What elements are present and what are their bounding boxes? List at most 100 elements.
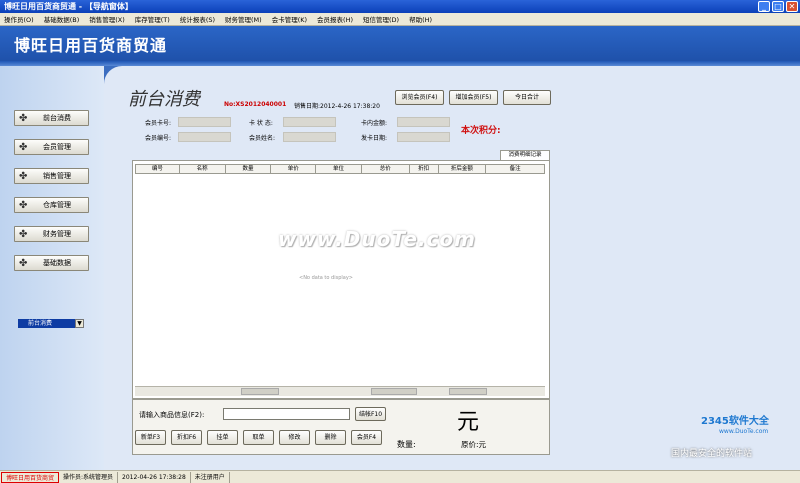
menu-basic-data[interactable]: 基础数据(B) xyxy=(44,14,80,24)
nav-bullet-icon: ✤ xyxy=(19,229,28,240)
column-header[interactable]: 单价 xyxy=(271,165,317,173)
menu-help[interactable]: 帮助(H) xyxy=(409,14,432,24)
window-title: 博旺日用百货商贸通 - 【导航窗体】 xyxy=(4,2,133,11)
no-data-message: <No data to display> xyxy=(299,275,353,281)
member-id-field[interactable] xyxy=(178,132,231,142)
app-header: 博旺日用百货商贸通 xyxy=(0,26,800,66)
menu-member-reports[interactable]: 会员报表(H) xyxy=(317,14,353,24)
logo-brand: 2345软件大全 xyxy=(701,416,769,427)
today-total-button[interactable]: 今日合计 xyxy=(503,90,551,105)
product-input[interactable] xyxy=(223,408,350,420)
summary-cell xyxy=(449,388,487,395)
column-header[interactable]: 折扣 xyxy=(410,165,439,173)
logo-slogan: 国内最安全的软件站 xyxy=(671,449,753,459)
sidebar-item-warehouse[interactable]: ✤ 仓库管理 xyxy=(14,197,89,213)
product-input-label: 请输入商品信息(F2): xyxy=(139,411,205,419)
sidebar-item-sales[interactable]: ✤ 销售管理 xyxy=(14,168,89,184)
card-no-field[interactable] xyxy=(178,117,231,127)
menu-sales[interactable]: 销售管理(X) xyxy=(89,14,125,24)
logo-site: www.DuoTe.com xyxy=(719,428,769,435)
sidebar: ✤ 前台消费 ✤ 会员管理 ✤ 销售管理 ✤ 仓库管理 ✤ 财务管理 ✤ 基础数据 前台消费… xyxy=(0,66,104,470)
maximize-button[interactable]: □ xyxy=(772,1,784,12)
sidebar-item-label: 前台消费 xyxy=(43,114,71,122)
sidebar-item-basic-data[interactable]: ✤ 基础数据 xyxy=(14,255,89,271)
grid-header: 编号 名称 数量 单价 单位 总价 折扣 折后金额 备注 xyxy=(135,164,545,174)
retrieve-order-button[interactable]: 取单 xyxy=(243,430,274,445)
status-bar: 博旺日用百货商贸 操作员:系统管理员 2012-04-26 17:38:28 未… xyxy=(0,470,800,483)
nav-bullet-icon: ✤ xyxy=(19,258,28,269)
column-header[interactable]: 单位 xyxy=(316,165,362,173)
sale-date-value: 2012-4-26 17:38:20 xyxy=(320,103,380,110)
member-name-field[interactable] xyxy=(283,132,336,142)
column-header[interactable]: 名称 xyxy=(180,165,226,173)
edit-button[interactable]: 修改 xyxy=(279,430,310,445)
nav-select[interactable]: 前台消费 ▼ xyxy=(18,319,84,328)
page-title: 前台消费 xyxy=(128,89,200,110)
window-titlebar: 博旺日用百货商贸通 - 【导航窗体】 _ □ ✕ xyxy=(0,0,800,13)
card-status-field[interactable] xyxy=(283,117,336,127)
watermark: www.DuoTe.com xyxy=(278,227,476,251)
menu-sms[interactable]: 短信管理(D) xyxy=(363,14,399,24)
sidebar-item-members[interactable]: ✤ 会员管理 xyxy=(14,139,89,155)
app-title: 博旺日用百货商贸通 xyxy=(14,36,168,55)
browse-member-button[interactable]: 浏览会员(F4) xyxy=(395,90,444,105)
points-label: 本次积分: xyxy=(461,126,501,136)
menu-operator[interactable]: 操作员(O) xyxy=(4,14,34,24)
entry-panel: 请输入商品信息(F2): 结帐F10 元 新单F3 折扣F6 挂单 取单 修改 … xyxy=(132,399,550,455)
sidebar-item-finance[interactable]: ✤ 财务管理 xyxy=(14,226,89,242)
close-button[interactable]: ✕ xyxy=(786,1,798,12)
column-header[interactable]: 编号 xyxy=(136,165,180,173)
hold-order-button[interactable]: 挂单 xyxy=(207,430,238,445)
sales-grid[interactable]: 编号 名称 数量 单价 单位 总价 折扣 折后金额 备注 www.DuoTe.c… xyxy=(132,160,550,399)
new-order-button[interactable]: 新单F3 xyxy=(135,430,166,445)
sale-date-label: 销售日期: xyxy=(294,103,321,110)
status-user: 未注册用户 xyxy=(191,471,230,483)
sale-date: 销售日期:2012-4-26 17:38:20 xyxy=(294,101,380,110)
card-date-label: 发卡日期: xyxy=(361,135,388,142)
menu-finance[interactable]: 财务管理(M) xyxy=(225,14,262,24)
menu-bar: 操作员(O) 基础数据(B) 销售管理(X) 库存管理(T) 统计报表(S) 财… xyxy=(0,13,800,26)
member-f4-button[interactable]: 会员F4 xyxy=(351,430,382,445)
add-member-button[interactable]: 增加会员(F5) xyxy=(449,90,498,105)
column-header[interactable]: 备注 xyxy=(486,165,544,173)
menu-card[interactable]: 会卡管理(K) xyxy=(272,14,307,24)
sidebar-item-label: 会员管理 xyxy=(43,143,71,151)
discount-button[interactable]: 折扣F6 xyxy=(171,430,202,445)
status-operator: 操作员:系统管理员 xyxy=(59,471,119,483)
currency-display: 元 xyxy=(457,410,480,435)
sidebar-item-label: 基础数据 xyxy=(43,259,71,267)
member-number-label: No: xyxy=(224,101,236,108)
member-id-label: 会员编号: xyxy=(145,135,172,142)
card-no-label: 会员卡号: xyxy=(145,120,172,127)
sidebar-item-front-desk[interactable]: ✤ 前台消费 xyxy=(14,110,89,126)
sidebar-item-label: 仓库管理 xyxy=(43,201,71,209)
column-header[interactable]: 数量 xyxy=(226,165,272,173)
sidebar-item-label: 财务管理 xyxy=(43,230,71,238)
card-amount-field[interactable] xyxy=(397,117,450,127)
original-price-label: 原价:元 xyxy=(461,440,487,449)
column-header[interactable]: 总价 xyxy=(362,165,410,173)
menu-reports[interactable]: 统计报表(S) xyxy=(180,14,215,24)
member-number-value: XS2012040001 xyxy=(235,101,287,108)
checkout-button[interactable]: 结帐F10 xyxy=(355,407,386,421)
tab-consumption-detail[interactable]: 消费明细记录 xyxy=(500,150,550,160)
member-name-label: 会员姓名: xyxy=(249,135,276,142)
status-app-name: 博旺日用百货商贸 xyxy=(1,471,60,483)
minimize-button[interactable]: _ xyxy=(758,1,770,12)
card-amount-label: 卡内金额: xyxy=(361,120,388,127)
card-status-label: 卡 状 态: xyxy=(249,120,273,127)
nav-select-value: 前台消费 xyxy=(28,320,53,327)
grid-summary-bar xyxy=(135,386,545,396)
nav-bullet-icon: ✤ xyxy=(19,200,28,211)
nav-bullet-icon: ✤ xyxy=(19,171,28,182)
member-number: No:XS2012040001 xyxy=(224,101,286,108)
summary-cell xyxy=(371,388,417,395)
chevron-down-icon[interactable]: ▼ xyxy=(75,319,84,328)
delete-button[interactable]: 删除 xyxy=(315,430,346,445)
sidebar-item-label: 销售管理 xyxy=(43,172,71,180)
site-logo: 2345软件大全 www.DuoTe.com 国内最安全的软件站 xyxy=(661,408,800,470)
column-header[interactable]: 折后金额 xyxy=(439,165,487,173)
nav-bullet-icon: ✤ xyxy=(19,113,28,124)
menu-inventory[interactable]: 库存管理(T) xyxy=(135,14,170,24)
card-date-field[interactable] xyxy=(397,132,450,142)
